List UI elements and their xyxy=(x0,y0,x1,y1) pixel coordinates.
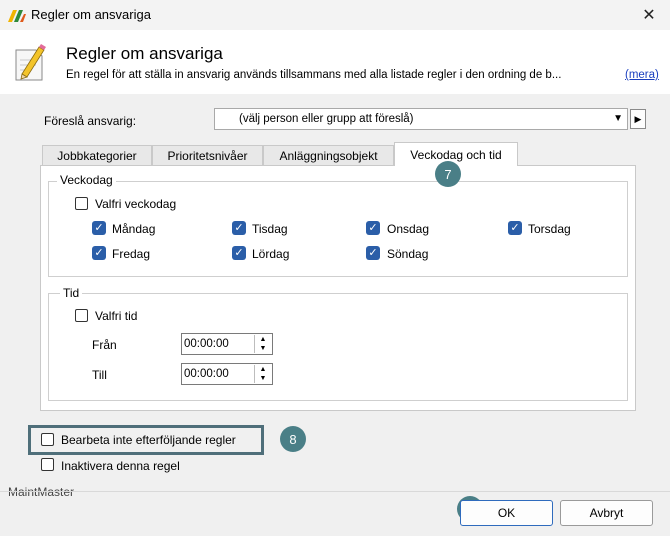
more-link[interactable]: (mera) xyxy=(625,69,659,81)
brand-label: MaintMaster xyxy=(8,485,75,499)
to-label: Till xyxy=(92,368,107,382)
from-time-input[interactable]: 00:00:00 ▲ ▼ xyxy=(181,333,273,355)
tab-priority-levels[interactable]: Prioritetsnivåer xyxy=(152,145,263,165)
footer-divider xyxy=(0,491,670,492)
dropdown-value: (välj person eller grupp att föreslå) xyxy=(239,113,414,125)
sunday-label: Söndag xyxy=(387,247,429,261)
step-badge-8: 8 xyxy=(280,426,306,452)
any-weekday-label: Valfri veckodag xyxy=(95,197,177,211)
spin-up-icon[interactable]: ▲ xyxy=(255,365,271,374)
saturday-checkbox[interactable]: ✓ xyxy=(232,246,246,260)
to-time-value: 00:00:00 xyxy=(184,368,229,380)
any-weekday-checkbox[interactable] xyxy=(75,197,88,210)
tuesday-label: Tisdag xyxy=(252,222,288,236)
monday-checkbox[interactable]: ✓ xyxy=(92,221,106,235)
sunday-checkbox[interactable]: ✓ xyxy=(366,246,380,260)
spin-down-icon[interactable]: ▼ xyxy=(255,374,271,383)
close-button[interactable]: ✕ xyxy=(628,0,670,30)
tab-weekday-and-time[interactable]: Veckodag och tid xyxy=(394,142,518,166)
header-title: Regler om ansvariga xyxy=(66,44,223,63)
wednesday-label: Onsdag xyxy=(387,222,430,236)
step-badge-7: 7 xyxy=(435,161,461,187)
ok-button[interactable]: OK xyxy=(460,500,553,526)
spin-down-icon[interactable]: ▼ xyxy=(255,344,271,353)
disable-rule-label: Inaktivera denna regel xyxy=(61,459,180,473)
suggest-responsible-label: Föreslå ansvarig: xyxy=(44,114,137,128)
spin-up-icon[interactable]: ▲ xyxy=(255,335,271,344)
header-description: En regel för att ställa in ansvarig anvä… xyxy=(66,69,562,81)
friday-label: Fredag xyxy=(112,247,151,261)
friday-checkbox[interactable]: ✓ xyxy=(92,246,106,260)
thursday-checkbox[interactable]: ✓ xyxy=(508,221,522,235)
from-time-value: 00:00:00 xyxy=(184,338,229,350)
suggest-responsible-dropdown[interactable]: (välj person eller grupp att föreslå) ▼ xyxy=(214,108,628,130)
wednesday-checkbox[interactable]: ✓ xyxy=(366,221,380,235)
no-subsequent-rules-label: Bearbeta inte efterföljande regler xyxy=(61,433,236,447)
from-label: Från xyxy=(92,338,117,352)
from-time-spinner[interactable]: ▲ ▼ xyxy=(254,335,271,353)
time-group-legend: Tid xyxy=(60,286,83,300)
tab-job-categories[interactable]: Jobbkategorier xyxy=(42,145,152,165)
chevron-down-icon: ▼ xyxy=(613,113,623,124)
tab-facility-objects[interactable]: Anläggningsobjekt xyxy=(263,145,394,165)
to-time-spinner[interactable]: ▲ ▼ xyxy=(254,365,271,383)
weekday-group-legend: Veckodag xyxy=(57,173,116,187)
disable-rule-checkbox[interactable] xyxy=(41,458,54,471)
tuesday-checkbox[interactable]: ✓ xyxy=(232,221,246,235)
app-logo-icon xyxy=(8,10,26,22)
any-time-checkbox[interactable] xyxy=(75,309,88,322)
window-title: Regler om ansvariga xyxy=(31,7,151,22)
monday-label: Måndag xyxy=(112,222,156,236)
thursday-label: Torsdag xyxy=(528,222,571,236)
any-time-label: Valfri tid xyxy=(95,309,138,323)
no-subsequent-rules-checkbox[interactable] xyxy=(41,433,54,446)
saturday-label: Lördag xyxy=(252,247,290,261)
edit-pencil-icon xyxy=(15,44,46,81)
play-arrow-icon[interactable]: ▶ xyxy=(630,109,646,129)
to-time-input[interactable]: 00:00:00 ▲ ▼ xyxy=(181,363,273,385)
cancel-button[interactable]: Avbryt xyxy=(560,500,653,526)
